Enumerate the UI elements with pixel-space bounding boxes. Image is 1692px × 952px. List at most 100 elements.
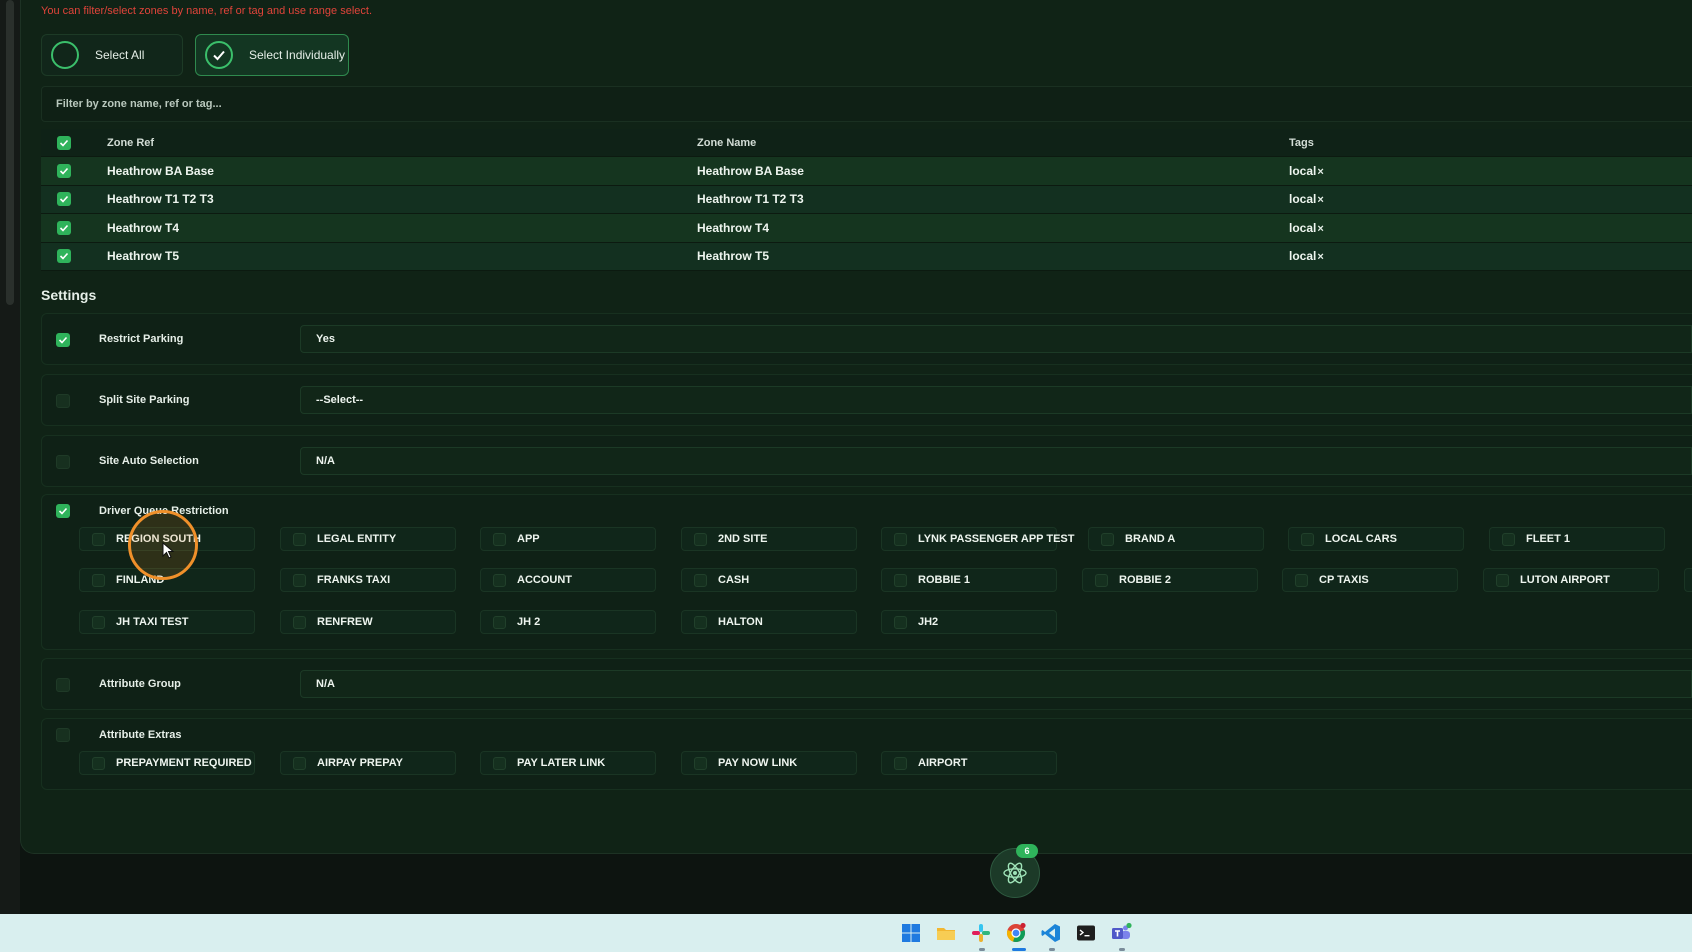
row-checkbox[interactable] — [57, 220, 71, 235]
queue-option-chip[interactable]: LYNK PASSENGER APP TEST — [881, 527, 1074, 551]
windows-start-icon[interactable] — [900, 922, 922, 944]
attribute-group-select[interactable]: N/A — [300, 670, 1692, 698]
tag-remove-icon[interactable]: × — [1317, 223, 1323, 235]
queue-option-chip[interactable]: ROBBIE 2 — [1082, 568, 1258, 592]
split-site-parking-checkbox[interactable] — [56, 394, 70, 408]
row-checkbox[interactable] — [57, 192, 71, 207]
vscode-icon[interactable] — [1040, 922, 1062, 944]
queue-option-chip[interactable]: JH TAXI TEST — [79, 610, 255, 634]
chip-checkbox[interactable] — [493, 756, 506, 770]
select-all-zones-checkbox[interactable] — [57, 135, 71, 150]
site-auto-selection-value: N/A — [316, 455, 335, 467]
chip-checkbox[interactable] — [493, 573, 506, 587]
left-scrollbar[interactable] — [0, 0, 20, 914]
table-row[interactable]: Heathrow T1 T2 T3 Heathrow T1 T2 T3 loca… — [41, 185, 1692, 214]
queue-option-chip[interactable]: JH2 — [881, 610, 1057, 634]
extra-option-chip[interactable]: AIRPAY PREPAY — [280, 751, 456, 775]
queue-option-chip[interactable]: FLEET 1 — [1489, 527, 1665, 551]
chip-checkbox[interactable] — [293, 532, 306, 546]
terminal-icon[interactable] — [1075, 922, 1097, 944]
file-explorer-icon[interactable] — [935, 922, 957, 944]
header-tags[interactable]: Tags — [1289, 137, 1314, 149]
chip-checkbox[interactable] — [92, 532, 105, 546]
chip-label: FLEET 1 — [1526, 533, 1571, 545]
chip-checkbox[interactable] — [894, 756, 907, 770]
site-auto-selection-select[interactable]: N/A — [300, 447, 1692, 475]
chip-label: JH 2 — [517, 616, 541, 628]
restrict-parking-checkbox[interactable] — [56, 333, 70, 347]
queue-option-chip-partial[interactable] — [1684, 568, 1692, 592]
chip-checkbox[interactable] — [92, 573, 105, 587]
chip-checkbox[interactable] — [1496, 573, 1509, 587]
chrome-icon[interactable] — [1005, 922, 1027, 944]
select-individually-button[interactable]: Select Individually — [195, 34, 349, 76]
queue-option-chip[interactable]: APP — [480, 527, 656, 551]
chip-label: BRAND A — [1125, 533, 1176, 545]
chip-checkbox[interactable] — [1095, 573, 1108, 587]
chip-checkbox[interactable] — [92, 615, 105, 629]
queue-option-chip[interactable]: ROBBIE 1 — [881, 568, 1057, 592]
driver-queue-restriction-checkbox[interactable] — [56, 504, 70, 518]
queue-option-chip[interactable]: RENFREW — [280, 610, 456, 634]
chip-checkbox[interactable] — [1101, 532, 1114, 546]
row-checkbox[interactable] — [57, 249, 71, 264]
restrict-parking-select[interactable]: Yes — [300, 325, 1692, 353]
tag-remove-icon[interactable]: × — [1317, 251, 1323, 263]
settings-title: Settings — [41, 287, 97, 303]
table-row[interactable]: Heathrow BA Base Heathrow BA Base local× — [41, 157, 1692, 186]
header-zone-name[interactable]: Zone Name — [697, 137, 756, 149]
chip-label: LUTON AIRPORT — [1520, 574, 1610, 586]
chip-checkbox[interactable] — [894, 615, 907, 629]
queue-option-chip[interactable]: CASH — [681, 568, 857, 592]
queue-option-chip[interactable]: FRANKS TAXI — [280, 568, 456, 592]
check-circle-icon — [205, 41, 233, 69]
chip-checkbox[interactable] — [493, 532, 506, 546]
queue-option-chip[interactable]: JH 2 — [480, 610, 656, 634]
queue-option-chip[interactable]: CP TAXIS — [1282, 568, 1458, 592]
chip-checkbox[interactable] — [293, 756, 306, 770]
attribute-group-checkbox[interactable] — [56, 678, 70, 692]
site-auto-selection-checkbox[interactable] — [56, 455, 70, 469]
queue-option-chip[interactable]: 2ND SITE — [681, 527, 857, 551]
tag-remove-icon[interactable]: × — [1317, 194, 1323, 206]
scrollbar-thumb[interactable] — [6, 0, 14, 305]
extra-option-chip[interactable]: AIRPORT — [881, 751, 1057, 775]
restrict-parking-value: Yes — [316, 333, 335, 345]
chip-checkbox[interactable] — [293, 615, 306, 629]
extra-option-chip[interactable]: PAY LATER LINK — [480, 751, 656, 775]
queue-option-chip[interactable]: BRAND A — [1088, 527, 1264, 551]
queue-option-chip[interactable]: LOCAL CARS — [1288, 527, 1464, 551]
attribute-extras-checkbox[interactable] — [56, 728, 70, 742]
header-zone-ref[interactable]: Zone Ref — [107, 137, 154, 149]
split-site-parking-select[interactable]: --Select-- — [300, 386, 1692, 414]
chip-checkbox[interactable] — [694, 532, 707, 546]
teams-icon[interactable] — [1110, 922, 1132, 944]
chip-checkbox[interactable] — [92, 756, 105, 770]
chip-checkbox[interactable] — [894, 573, 907, 587]
chip-checkbox[interactable] — [894, 532, 907, 546]
chip-checkbox[interactable] — [293, 573, 306, 587]
chip-checkbox[interactable] — [694, 615, 707, 629]
setting-split-site-parking: Split Site Parking --Select-- — [41, 374, 1692, 426]
extra-option-chip[interactable]: PAY NOW LINK — [681, 751, 857, 775]
extra-option-chip[interactable]: PREPAYMENT REQUIRED — [79, 751, 255, 775]
queue-option-chip[interactable]: ACCOUNT — [480, 568, 656, 592]
queue-option-chip[interactable]: HALTON — [681, 610, 857, 634]
queue-option-chip[interactable]: LEGAL ENTITY — [280, 527, 456, 551]
chip-checkbox[interactable] — [694, 573, 707, 587]
queue-option-chip[interactable]: LUTON AIRPORT — [1483, 568, 1659, 592]
table-row[interactable]: Heathrow T5 Heathrow T5 local× — [41, 242, 1692, 271]
atom-icon — [1003, 862, 1027, 884]
zone-filter-input[interactable]: Filter by zone name, ref or tag... — [41, 86, 1692, 122]
radio-circle-icon — [51, 41, 79, 69]
chip-checkbox[interactable] — [1502, 532, 1515, 546]
tag-remove-icon[interactable]: × — [1317, 166, 1323, 178]
row-checkbox[interactable] — [57, 163, 71, 178]
chip-checkbox[interactable] — [694, 756, 707, 770]
chip-checkbox[interactable] — [1295, 573, 1308, 587]
select-all-button[interactable]: Select All — [41, 34, 183, 76]
chip-checkbox[interactable] — [1301, 532, 1314, 546]
table-row[interactable]: Heathrow T4 Heathrow T4 local× — [41, 214, 1692, 243]
chip-checkbox[interactable] — [493, 615, 506, 629]
slack-icon[interactable] — [970, 922, 992, 944]
